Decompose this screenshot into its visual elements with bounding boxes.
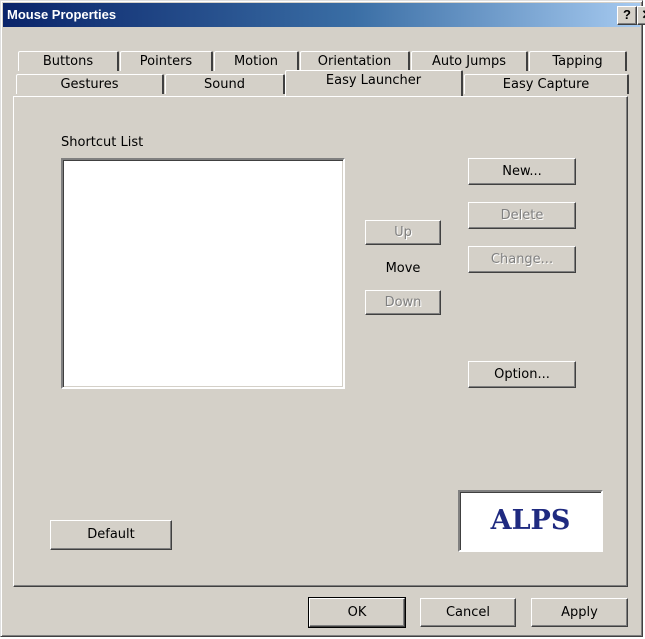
help-button[interactable]: ? (617, 6, 637, 25)
tab-pointers[interactable]: Pointers (120, 51, 213, 71)
move-down-button[interactable]: Down (365, 290, 441, 315)
close-button[interactable]: ✕ (637, 6, 645, 25)
tab-buttons[interactable]: Buttons (18, 51, 119, 71)
move-up-button[interactable]: Up (365, 220, 441, 245)
title-bar[interactable]: Mouse Properties ? ✕ (3, 3, 645, 27)
tab-auto-jumps[interactable]: Auto Jumps (411, 51, 528, 71)
new-button[interactable]: New... (468, 158, 576, 185)
tab-motion[interactable]: Motion (214, 51, 299, 71)
window-title: Mouse Properties (7, 7, 117, 22)
default-button[interactable]: Default (50, 520, 172, 550)
tab-orientation[interactable]: Orientation (300, 51, 410, 71)
tab-easy-launcher[interactable]: Easy Launcher (285, 70, 463, 96)
shortcut-list-label: Shortcut List (61, 135, 144, 150)
option-button[interactable]: Option... (468, 361, 576, 388)
delete-button[interactable]: Delete (468, 202, 576, 229)
tab-sound[interactable]: Sound (165, 74, 285, 94)
move-label: Move (385, 261, 421, 276)
tab-easy-capture[interactable]: Easy Capture (464, 74, 629, 94)
cancel-button[interactable]: Cancel (420, 598, 516, 627)
tab-gestures[interactable]: Gestures (16, 74, 164, 94)
apply-button[interactable]: Apply (531, 598, 628, 627)
tab-tapping[interactable]: Tapping (529, 51, 627, 71)
shortcut-list[interactable] (61, 158, 345, 389)
change-button[interactable]: Change... (468, 246, 576, 273)
alps-logo: ALPS (458, 490, 603, 552)
easy-launcher-panel: Shortcut List Up Move Down New... Delete… (13, 96, 628, 587)
ok-button[interactable]: OK (308, 597, 406, 628)
mouse-properties-window: Mouse Properties ? ✕ Buttons Pointers Mo… (0, 0, 645, 637)
